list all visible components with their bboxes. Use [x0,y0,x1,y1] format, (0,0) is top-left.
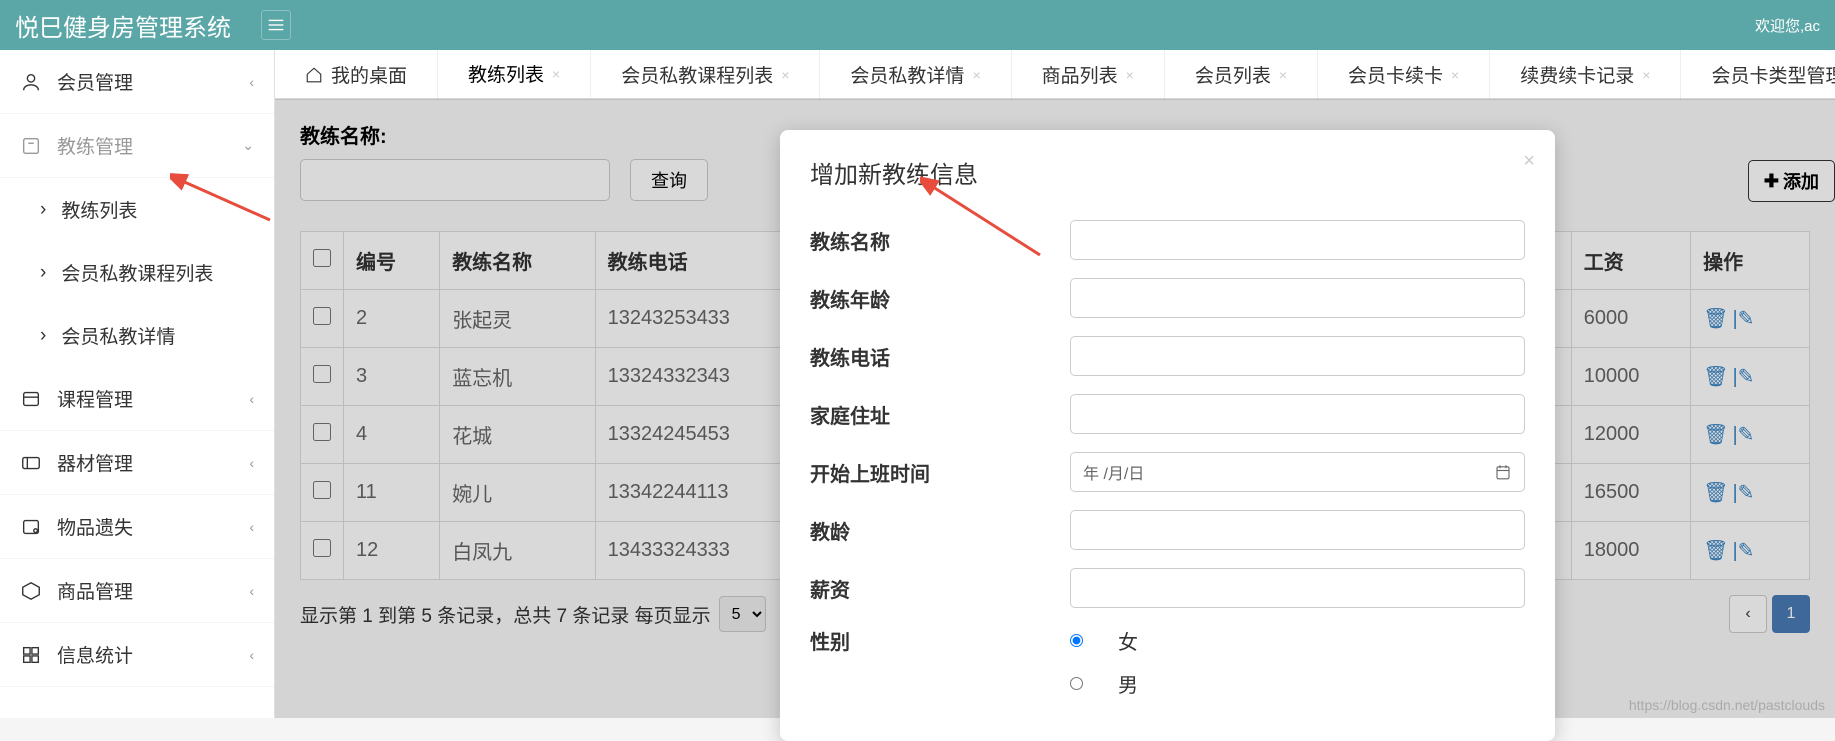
date-placeholder: 年 /月/日 [1083,460,1144,484]
tab-label: 会员私教详情 [850,61,964,88]
sidebar-label: 商品管理 [57,577,133,604]
tab-card-type[interactable]: 会员卡类型管理× [1681,50,1835,99]
close-icon[interactable]: × [552,66,560,82]
sidebar: 会员管理 ‹ 教练管理 ⌄ › 教练列表 › 会员私教课程列表 › 会员私教详情 课程… [0,50,275,718]
input-phone[interactable] [1070,336,1525,376]
input-name[interactable] [1070,220,1525,260]
sidebar-item-coach[interactable]: 教练管理 ⌄ [0,114,274,178]
close-icon[interactable]: × [1451,67,1459,83]
sidebar-label: 教练管理 [57,132,133,159]
tab-label: 我的桌面 [331,61,407,88]
radio-female-label: 女 [1118,626,1138,655]
tab-card-renew[interactable]: 会员卡续卡 × [1318,50,1490,99]
close-icon[interactable]: × [1279,67,1287,83]
input-start-date[interactable]: 年 /月/日 [1070,452,1525,492]
label-name: 教练名称 [810,226,1070,255]
menu-toggle-button[interactable] [261,10,291,40]
label-start-date: 开始上班时间 [810,458,1070,487]
lost-icon [20,516,42,538]
sidebar-label: 物品遗失 [57,513,133,540]
chevron-down-icon: ⌄ [242,137,254,154]
tab-renew-record[interactable]: 续费续卡记录 × [1490,50,1681,99]
sidebar-item-stats[interactable]: 信息统计 ‹ [0,623,274,687]
sidebar-item-member[interactable]: 会员管理 ‹ [0,50,274,114]
menu-icon [265,14,287,36]
tab-label: 商品列表 [1042,61,1118,88]
submenu-label: 会员私教课程列表 [61,259,213,286]
close-icon[interactable]: × [972,67,980,83]
input-address[interactable] [1070,394,1525,434]
chevron-right-icon: › [40,325,46,347]
home-icon [305,66,323,84]
chevron-left-icon: ‹ [249,583,254,599]
chevron-right-icon: › [40,199,46,221]
close-icon[interactable]: × [781,67,789,83]
sidebar-item-product[interactable]: 商品管理 ‹ [0,559,274,623]
close-icon[interactable]: × [1642,67,1650,83]
chevron-left-icon: ‹ [249,391,254,407]
sidebar-label: 会员管理 [57,68,133,95]
sidebar-subitem-coach-list[interactable]: › 教练列表 [0,178,274,241]
submenu-label: 会员私教详情 [61,322,175,349]
radio-male-label: 男 [1118,669,1138,698]
stats-icon [20,644,42,666]
chevron-left-icon: ‹ [249,647,254,663]
sidebar-subitem-member-detail[interactable]: › 会员私教详情 [0,304,274,367]
input-age[interactable] [1070,278,1525,318]
radio-female[interactable] [1070,634,1083,647]
sidebar-label: 课程管理 [57,385,133,412]
chevron-left-icon: ‹ [249,519,254,535]
sidebar-item-lost[interactable]: 物品遗失 ‹ [0,495,274,559]
input-years[interactable] [1070,510,1525,550]
equipment-icon [20,452,42,474]
coach-icon [20,135,42,157]
add-coach-modal: × 增加新教练信息 教练名称 教练年龄 教练电话 家庭住址 开始上班时间年 /月… [780,130,1555,741]
tab-product-list[interactable]: 商品列表 × [1012,50,1165,99]
tab-label: 会员卡续卡 [1348,61,1443,88]
label-phone: 教练电话 [810,342,1070,371]
chevron-right-icon: › [40,262,46,284]
sidebar-item-equipment[interactable]: 器材管理 ‹ [0,431,274,495]
tab-label: 会员私教课程列表 [621,61,773,88]
app-title: 悦巳健身房管理系统 [15,8,231,43]
tab-coach-list[interactable]: 教练列表 × [438,50,591,99]
sidebar-subitem-member-course[interactable]: › 会员私教课程列表 [0,241,274,304]
input-salary[interactable] [1070,568,1525,608]
label-years: 教龄 [810,516,1070,545]
tab-label: 续费续卡记录 [1520,61,1634,88]
course-icon [20,388,42,410]
watermark: https://blog.csdn.net/pastclouds [1629,697,1825,713]
tab-label: 会员列表 [1195,61,1271,88]
label-address: 家庭住址 [810,400,1070,429]
modal-title: 增加新教练信息 [810,155,1525,190]
tab-bar: 我的桌面 教练列表 × 会员私教课程列表 × 会员私教详情 × 商品列表 × 会员列表 ×… [275,50,1835,100]
label-gender: 性别 [810,626,1070,655]
tab-member-detail[interactable]: 会员私教详情 × [820,50,1011,99]
tab-label: 会员卡类型管理 [1711,61,1835,88]
tab-desktop[interactable]: 我的桌面 [275,50,438,99]
sidebar-label: 信息统计 [57,641,133,668]
sidebar-label: 器材管理 [57,449,133,476]
radio-male[interactable] [1070,677,1083,690]
calendar-icon [1494,463,1512,481]
app-header: 悦巳健身房管理系统 欢迎您,ac [0,0,1835,50]
tab-label: 教练列表 [468,60,544,87]
label-salary: 薪资 [810,574,1070,603]
welcome-text: 欢迎您,ac [1755,15,1820,36]
submenu-label: 教练列表 [61,196,137,223]
chevron-left-icon: ‹ [249,455,254,471]
tab-member-list[interactable]: 会员列表 × [1165,50,1318,99]
close-icon[interactable]: × [1126,67,1134,83]
chevron-left-icon: ‹ [249,74,254,90]
modal-close-button[interactable]: × [1523,150,1535,173]
product-icon [20,580,42,602]
user-icon [20,71,42,93]
sidebar-item-course[interactable]: 课程管理 ‹ [0,367,274,431]
tab-member-course[interactable]: 会员私教课程列表 × [591,50,820,99]
label-age: 教练年龄 [810,284,1070,313]
